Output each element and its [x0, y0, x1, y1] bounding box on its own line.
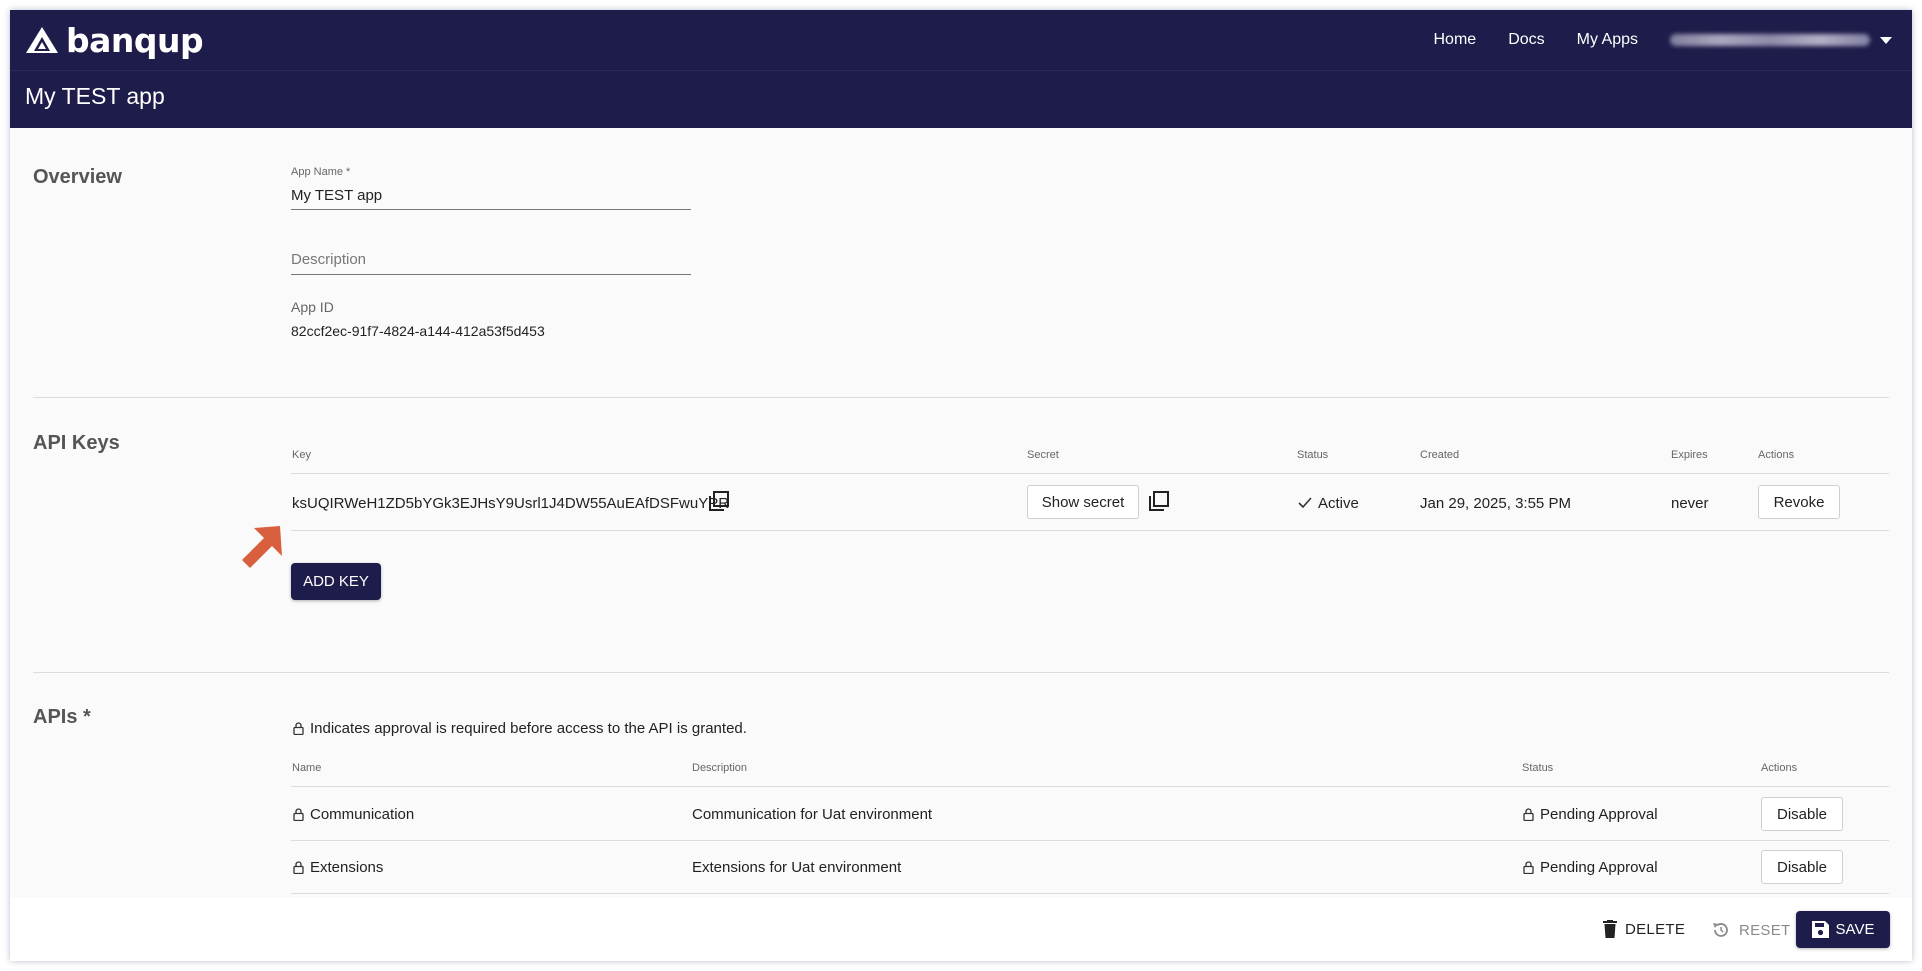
description-underline [291, 274, 691, 275]
col-header-api-actions: Actions [1761, 762, 1798, 774]
api-status: Pending Approval [1523, 856, 1658, 878]
table-header-line [291, 786, 1889, 787]
user-email-redacted [1670, 34, 1870, 46]
key-status: Active [1298, 490, 1359, 516]
add-key-button[interactable]: ADD KEY [291, 563, 381, 600]
key-expires: never [1671, 494, 1709, 512]
save-button[interactable]: SAVE [1796, 911, 1890, 948]
api-status-label: Pending Approval [1540, 858, 1658, 876]
api-key-value: ksUQIRWeH1ZD5bYGk3EJHsY9Usrl1J4DW55AuEAf… [292, 494, 730, 512]
copy-secret-icon[interactable] [1148, 490, 1170, 512]
api-keys-section-title: API Keys [33, 432, 120, 454]
main-nav: Home Docs My Apps [1402, 10, 1892, 70]
delete-button[interactable]: DELETE [1603, 920, 1685, 938]
app-name-label: App Name * [291, 166, 351, 178]
nav-home[interactable]: Home [1434, 31, 1477, 49]
col-header-created: Created [1420, 449, 1460, 461]
table-row-line [291, 893, 1889, 894]
col-header-actions: Actions [1758, 449, 1795, 461]
disable-button[interactable]: Disable [1761, 850, 1843, 884]
table-row-line [291, 840, 1889, 841]
revoke-button[interactable]: Revoke [1758, 485, 1840, 519]
user-menu[interactable] [1670, 34, 1892, 46]
section-divider [33, 672, 1889, 673]
save-label: SAVE [1835, 921, 1875, 938]
brand-name: banqup [66, 20, 204, 60]
table-row-line [291, 530, 1889, 531]
lock-icon [293, 721, 304, 735]
app-name-input[interactable]: My TEST app [291, 187, 382, 204]
nav-docs[interactable]: Docs [1508, 31, 1544, 49]
disable-button[interactable]: Disable [1761, 797, 1843, 831]
bottom-action-bar: DELETE RESET SAVE [10, 898, 1912, 961]
approval-note: Indicates approval is required before ac… [293, 718, 747, 738]
col-header-name: Name [292, 762, 322, 774]
col-header-secret: Secret [1027, 449, 1059, 461]
reset-label: RESET [1739, 921, 1791, 939]
app-window: banqup Home Docs My Apps My TEST app Ove… [10, 10, 1912, 961]
app-id-label: App ID [291, 299, 334, 315]
api-row-name: Extensions [293, 856, 383, 878]
page-header: My TEST app [10, 70, 1912, 128]
brand-logo[interactable]: banqup [24, 20, 204, 60]
caret-down-icon [1880, 36, 1892, 44]
check-icon [1298, 497, 1312, 509]
api-row-name: Communication [293, 803, 414, 825]
copy-key-icon[interactable] [708, 490, 730, 512]
reset-button[interactable]: RESET [1711, 920, 1791, 940]
lock-icon [293, 860, 304, 874]
api-status-label: Pending Approval [1540, 805, 1658, 823]
api-description: Communication for Uat environment [692, 805, 933, 823]
col-header-description: Description [692, 762, 748, 774]
key-status-label: Active [1318, 494, 1359, 512]
col-header-expires: Expires [1671, 449, 1708, 461]
app-id-value: 82ccf2ec-91f7-4824-a144-412a53f5d453 [291, 323, 545, 339]
page-title: My TEST app [25, 83, 165, 109]
delete-label: DELETE [1625, 920, 1686, 938]
save-icon [1811, 921, 1829, 938]
section-divider [33, 397, 1889, 398]
api-description: Extensions for Uat environment [692, 858, 902, 876]
description-input[interactable]: Description [291, 251, 366, 268]
banqup-logo-icon [26, 27, 58, 53]
trash-icon [1603, 920, 1617, 938]
nav-my-apps[interactable]: My Apps [1577, 31, 1638, 49]
api-name-communication: Communication [310, 805, 415, 823]
table-header-line [291, 473, 1889, 474]
col-header-key: Key [292, 449, 311, 461]
approval-note-text: Indicates approval is required before ac… [310, 719, 747, 737]
annotation-arrow-icon [242, 526, 282, 568]
overview-section-title: Overview [33, 166, 122, 188]
col-header-api-status: Status [1522, 762, 1554, 774]
top-navbar: banqup Home Docs My Apps [10, 10, 1912, 70]
apis-section-title: APIs * [33, 706, 91, 728]
lock-icon [1523, 807, 1534, 821]
reset-icon [1713, 923, 1728, 937]
col-header-status: Status [1297, 449, 1329, 461]
show-secret-button[interactable]: Show secret [1027, 485, 1139, 519]
app-name-underline [291, 209, 691, 210]
api-status: Pending Approval [1523, 803, 1658, 825]
key-created: Jan 29, 2025, 3:55 PM [1420, 494, 1571, 512]
lock-icon [1523, 860, 1534, 874]
api-name-extensions: Extensions [310, 858, 384, 876]
lock-icon [293, 807, 304, 821]
